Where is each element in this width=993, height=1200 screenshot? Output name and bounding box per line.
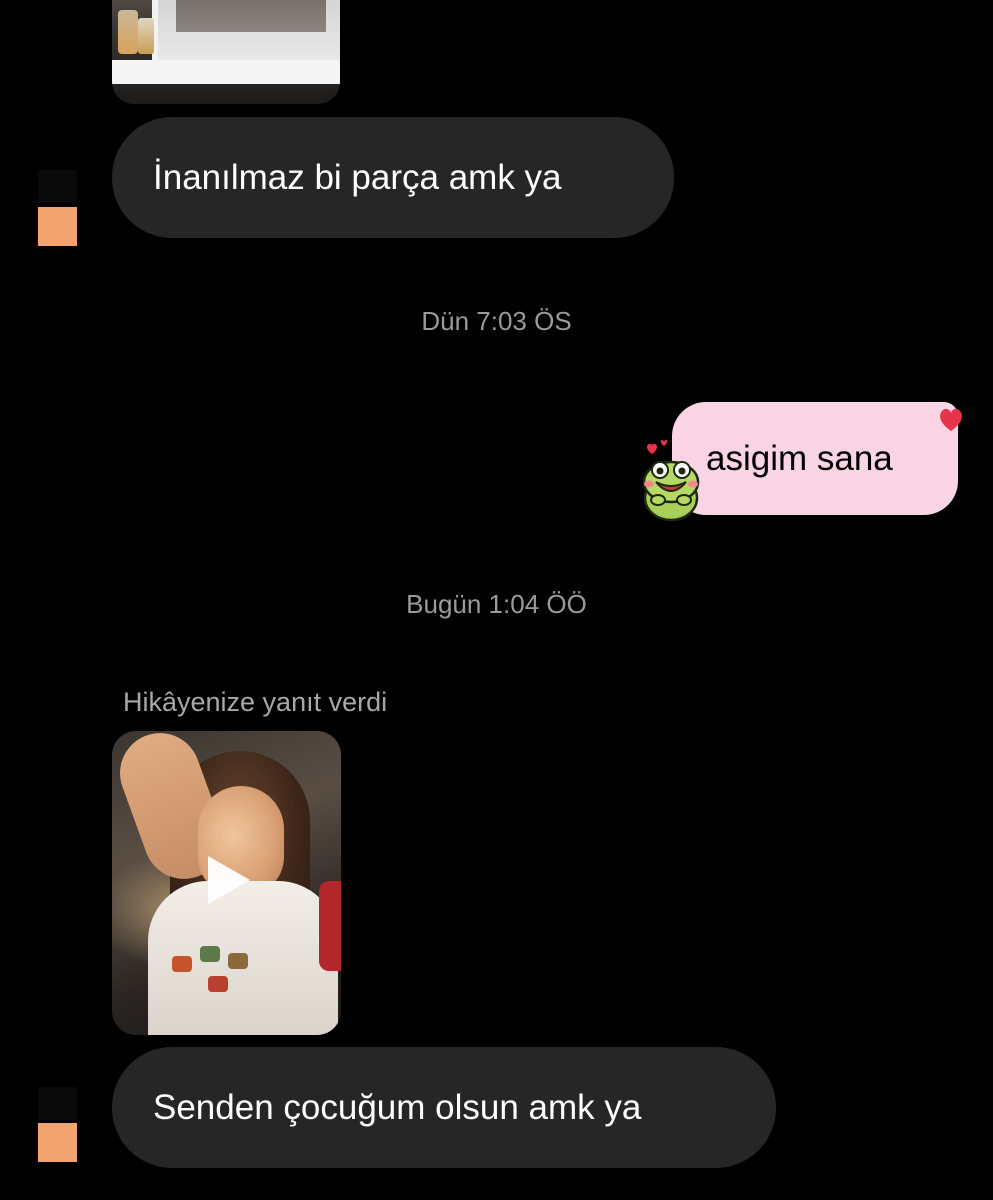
play-icon[interactable] [208,856,250,904]
photo-mirror-detail [152,0,340,60]
story-shirt-patch [172,956,192,972]
avatar[interactable] [38,207,77,246]
frog-sticker-icon[interactable] [640,440,702,522]
story-shirt-patch [228,953,248,969]
heart-icon[interactable] [936,404,966,434]
message-text: İnanılmaz bi parça amk ya [153,157,562,197]
incoming-message-bubble[interactable]: İnanılmaz bi parça amk ya [112,117,674,238]
avatar-shadow [38,170,77,203]
avatar[interactable] [38,1123,77,1162]
message-text: asigim sana [706,438,893,478]
shared-photo-attachment[interactable] [112,0,340,104]
message-text: Senden çocuğum olsun amk ya [153,1087,642,1127]
outgoing-message-bubble[interactable]: asigim sana [672,402,958,515]
timestamp-divider: Bugün 1:04 ÖÖ [406,589,587,619]
story-reply-label: Hikâyenize yanıt verdi [123,687,388,717]
photo-mirror-reflection [176,0,326,32]
photo-bottle-detail [118,10,138,54]
photo-bottle-detail [138,18,154,54]
photo-shelf-detail [112,60,340,84]
story-shirt-patch [200,946,220,962]
timestamp-divider: Dün 7:03 ÖS [421,306,572,336]
story-seat-detail [319,881,341,971]
avatar-shadow [38,1087,77,1120]
story-shirt-patch [208,976,228,992]
incoming-message-bubble[interactable]: Senden çocuğum olsun amk ya [112,1047,776,1168]
